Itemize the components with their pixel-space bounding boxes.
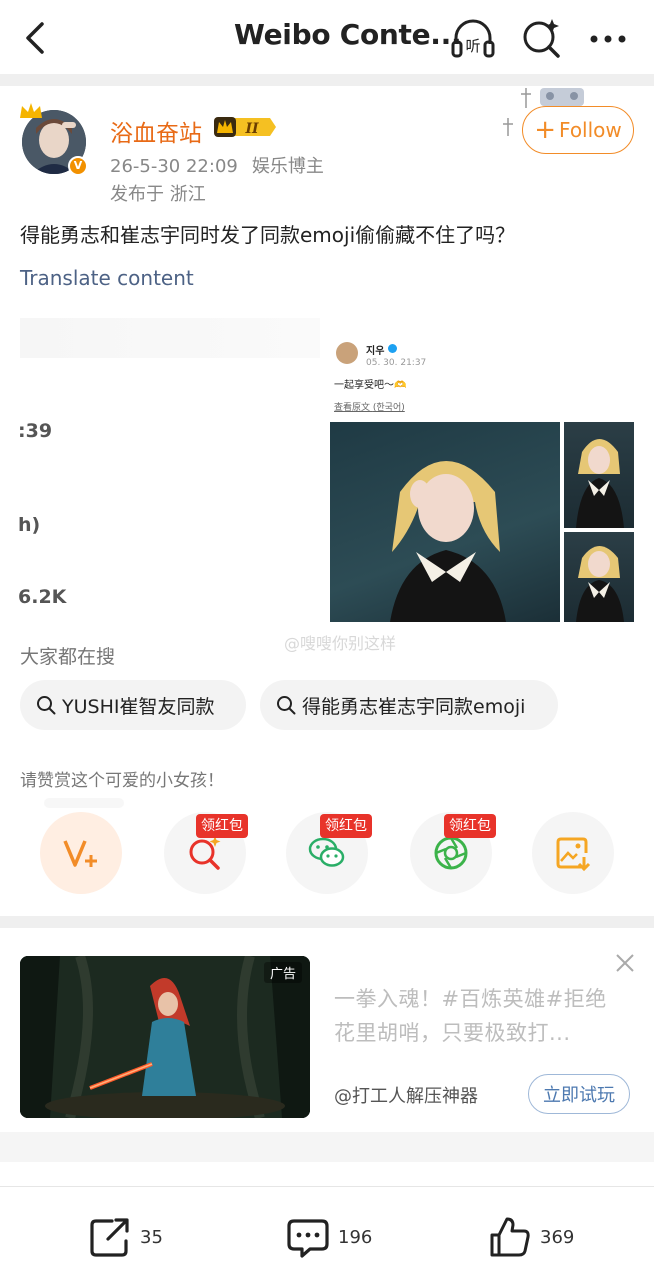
repost-button[interactable]: 35 bbox=[88, 1215, 163, 1259]
thumbs-up-icon bbox=[490, 1217, 530, 1257]
translate-content-link[interactable]: Translate content bbox=[20, 266, 194, 290]
wechat-icon bbox=[308, 837, 345, 867]
left-image-crop[interactable]: :39 h) 6.2K bbox=[0, 314, 322, 620]
photo-side-bottom[interactable] bbox=[564, 532, 634, 622]
save-image-button[interactable] bbox=[532, 812, 614, 894]
listen-label: 听 bbox=[465, 37, 480, 55]
author-category: 娱乐博主 bbox=[251, 156, 324, 177]
ad-try-button[interactable]: 立即试玩 bbox=[528, 1074, 630, 1114]
back-chevron-icon[interactable] bbox=[18, 18, 54, 58]
verified-v-badge-icon: V bbox=[68, 156, 88, 176]
section-divider bbox=[0, 1132, 654, 1162]
repost-count: 35 bbox=[140, 1226, 163, 1248]
ad-image[interactable]: 广告 bbox=[20, 956, 310, 1118]
redpacket-badge: 领红包 bbox=[444, 814, 496, 838]
weibo-post: V 浴血奋站 II 26-5-30 22:09 娱乐博主 发布于 浙江 + Foll… bbox=[0, 86, 654, 916]
embedded-original-link: 查看原文 (한국어) bbox=[334, 400, 405, 413]
level-crown-badge-icon: II bbox=[214, 117, 276, 137]
search-chip[interactable]: 得能勇志崔志宇同款emoji bbox=[260, 680, 558, 730]
tooltip-pointer bbox=[44, 798, 124, 808]
follow-label: Follow bbox=[559, 118, 622, 142]
close-icon[interactable] bbox=[614, 952, 636, 974]
cropped-text-1: :39 bbox=[18, 420, 53, 442]
original-link-label: 查看原文 bbox=[334, 403, 371, 413]
embedded-text: 一起享受吧～🫶 bbox=[334, 380, 407, 391]
photo-main[interactable] bbox=[330, 422, 560, 622]
like-button[interactable]: 369 bbox=[488, 1215, 574, 1259]
cropped-text-2: h) bbox=[18, 514, 41, 536]
post-body-text: 得能勇志和崔志宇同时发了同款emoji偷偷藏不住了吗？ bbox=[20, 223, 516, 247]
author-username[interactable]: 浴血奋站 bbox=[110, 114, 202, 148]
ad-title[interactable]: 一拳入魂！#百炼英雄#拒绝花里胡哨，只要极致打... bbox=[334, 982, 626, 1050]
section-divider bbox=[0, 916, 654, 928]
comment-button[interactable]: 196 bbox=[286, 1215, 372, 1259]
redpacket-badge: 领红包 bbox=[320, 814, 372, 838]
embedded-avatar bbox=[336, 342, 358, 364]
photo-main-image bbox=[390, 461, 506, 622]
post-meta: 26-5-30 22:09 娱乐博主 bbox=[110, 152, 324, 178]
post-location: 发布于 浙江 bbox=[110, 184, 206, 205]
page-title: Weibo Conte... bbox=[234, 18, 462, 51]
follow-button[interactable]: + Follow bbox=[522, 106, 634, 154]
reward-prompt: 请赞赏这个可爱的小女孩！ bbox=[20, 771, 224, 791]
search-chip[interactable]: YUSHI崔智友同款 bbox=[20, 680, 246, 730]
embedded-name: 지우 bbox=[366, 346, 385, 357]
bottom-action-bar: 35 196 369 bbox=[0, 1186, 654, 1280]
v-plus-icon bbox=[63, 840, 97, 867]
embedded-screenshot[interactable]: 지우 05. 30. 21:37 一起享受吧～🫶 查看原文 (한국어) bbox=[330, 320, 634, 622]
photo-side-top[interactable] bbox=[564, 422, 634, 528]
top-navigation-bar: Weibo Conte... 听 bbox=[0, 0, 654, 74]
search-chip-label: 得能勇志崔志宇同款emoji bbox=[302, 695, 526, 718]
photo-side-top-image bbox=[576, 439, 624, 528]
post-date: 26-5-30 22:09 bbox=[110, 156, 238, 177]
save-image-icon bbox=[556, 837, 591, 872]
reward-v-plus-button[interactable] bbox=[40, 812, 122, 894]
photo-side-bottom-image bbox=[576, 546, 624, 622]
level-badge-text: II bbox=[244, 121, 259, 137]
ad-tag: 广告 bbox=[263, 962, 302, 983]
section-divider bbox=[0, 74, 654, 86]
trending-search-label: 大家都在搜 bbox=[20, 646, 116, 668]
comment-bubble-icon bbox=[287, 1219, 329, 1258]
ad-account[interactable]: @打工人解压神器 bbox=[334, 1082, 478, 1108]
search-icon bbox=[37, 696, 56, 715]
search-sparkle-icon[interactable] bbox=[520, 16, 564, 60]
listen-headphones-icon[interactable]: 听 bbox=[450, 16, 496, 62]
crown-icon bbox=[20, 103, 42, 118]
cropped-text-3: 6.2K bbox=[18, 586, 67, 608]
more-horizontal-icon[interactable] bbox=[586, 22, 630, 56]
ad-card[interactable]: 广告 一拳入魂！#百炼英雄#拒绝花里胡哨，只要极致打... @打工人解压神器 立… bbox=[0, 928, 654, 1132]
search-icon bbox=[277, 696, 296, 715]
search-sparkle-icon bbox=[189, 836, 221, 870]
embedded-verified-icon bbox=[388, 344, 397, 353]
blurred-header-bar bbox=[20, 318, 320, 358]
original-lang-label: (한국어) bbox=[372, 403, 405, 413]
embedded-time: 05. 30. 21:37 bbox=[366, 358, 427, 368]
author-avatar-wrap[interactable]: V bbox=[18, 100, 92, 176]
redpacket-badge: 领红包 bbox=[196, 814, 248, 838]
search-chip-label: YUSHI崔智友同款 bbox=[62, 695, 215, 718]
image-watermark: @嗖嗖你别这样 bbox=[284, 634, 397, 653]
spacer bbox=[0, 1162, 654, 1186]
moments-aperture-icon bbox=[434, 836, 468, 870]
like-count: 369 bbox=[540, 1226, 575, 1248]
comment-count: 196 bbox=[338, 1226, 373, 1248]
plus-icon: + bbox=[534, 115, 557, 145]
repost-share-icon bbox=[90, 1218, 129, 1257]
